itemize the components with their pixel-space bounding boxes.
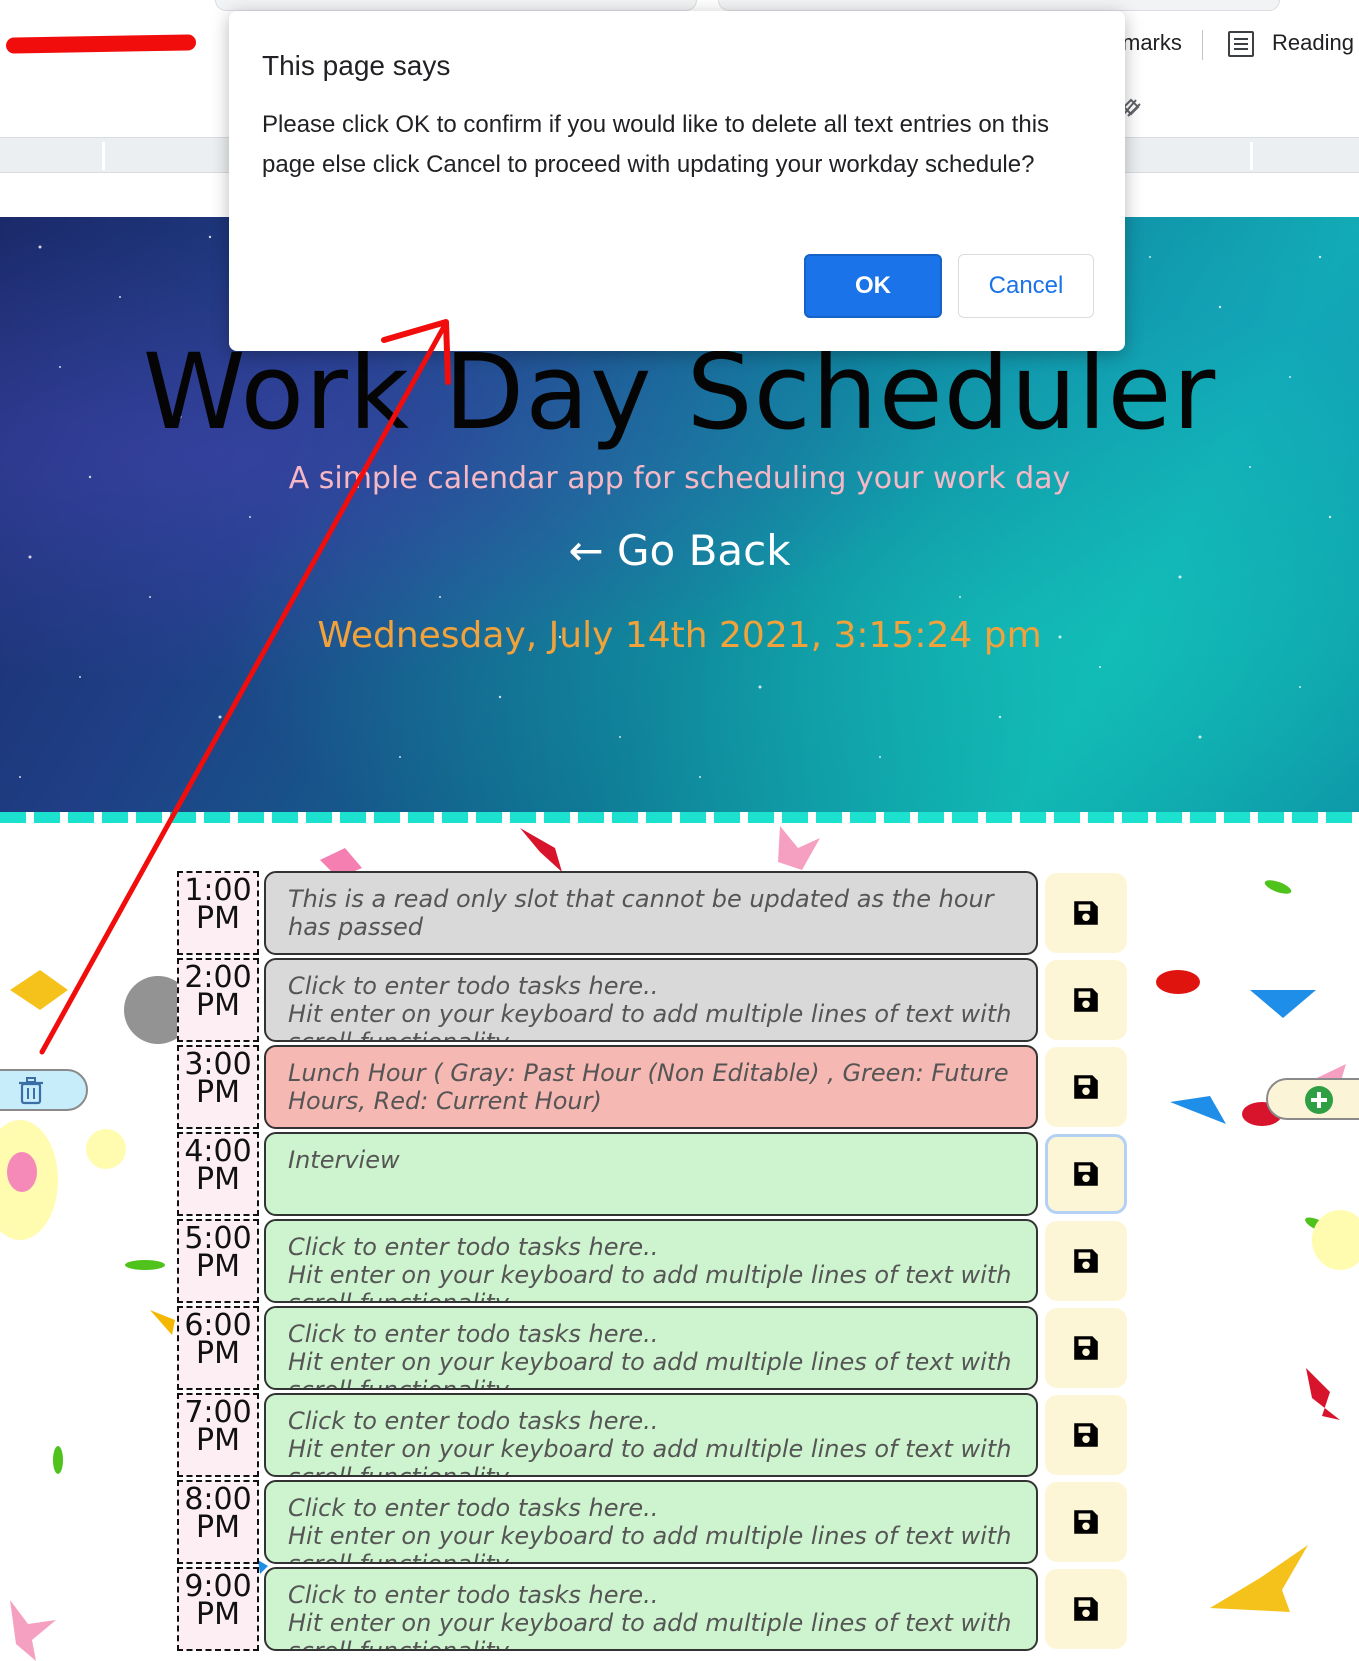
floppy-disk-icon [1074,1336,1098,1360]
save-button[interactable] [1045,1395,1127,1475]
time-block-7pm: 7:00 PM Click to enter todo tasks here.. … [177,1393,1133,1479]
hour-label: 2:00 PM [177,958,259,1042]
task-textarea: Click to enter todo tasks here.. Hit ent… [264,958,1038,1042]
save-button[interactable] [1045,1134,1127,1214]
floppy-disk-icon [1074,1423,1098,1447]
reading-list-label[interactable]: Reading [1272,30,1354,56]
time-block-1pm: 1:00 PM This is a read only slot that can… [177,871,1133,957]
hour-label: 4:00 PM [177,1132,259,1216]
go-back-link[interactable]: ← Go Back [0,526,1359,575]
floppy-disk-icon [1074,1075,1098,1099]
cancel-button[interactable]: Cancel [958,254,1094,318]
reading-list-icon[interactable] [1228,31,1254,57]
bookmark-item[interactable]: marks [1122,30,1182,56]
save-button[interactable] [1045,1047,1127,1127]
hour-label: 5:00 PM [177,1219,259,1303]
task-textarea[interactable]: Click to enter todo tasks here.. Hit ent… [264,1480,1038,1564]
time-block-6pm: 6:00 PM Click to enter todo tasks here.. … [177,1306,1133,1392]
ok-button[interactable]: OK [804,254,942,318]
floppy-disk-icon [1074,901,1098,925]
hour-label: 1:00 PM [177,871,259,955]
save-button[interactable] [1045,1482,1127,1562]
delete-all-button[interactable] [0,1069,88,1111]
trash-icon [19,1077,43,1105]
task-textarea[interactable]: Click to enter todo tasks here.. Hit ent… [264,1306,1038,1390]
task-textarea[interactable]: Click to enter todo tasks here.. Hit ent… [264,1567,1038,1651]
hour-label: 3:00 PM [177,1045,259,1129]
bookmark-separator [1202,30,1203,60]
page-subtitle: A simple calendar app for scheduling you… [288,461,1071,496]
save-button[interactable] [1045,1569,1127,1649]
hour-label: 6:00 PM [177,1306,259,1390]
task-textarea: This is a read only slot that cannot be … [264,871,1038,955]
save-button[interactable] [1045,1308,1127,1388]
dialog-message: Please click OK to confirm if you would … [262,111,1050,178]
task-textarea[interactable]: Interview [264,1132,1038,1216]
hour-label: 7:00 PM [177,1393,259,1477]
floppy-disk-icon [1074,1597,1098,1621]
floppy-disk-icon [1074,988,1098,1012]
task-textarea[interactable]: Lunch Hour ( Gray: Past Hour (Non Editab… [264,1045,1038,1129]
task-textarea[interactable]: Click to enter todo tasks here.. Hit ent… [264,1393,1038,1477]
add-timeblock-button[interactable] [1266,1078,1359,1120]
dialog-title: This page says [262,50,451,81]
save-button[interactable] [1045,873,1127,953]
time-block-4pm: 4:00 PM Interview [177,1132,1133,1218]
task-textarea[interactable]: Click to enter todo tasks here.. Hit ent… [264,1219,1038,1303]
time-block-9pm: 9:00 PM Click to enter todo tasks here.. … [177,1567,1133,1653]
hour-label: 9:00 PM [177,1567,259,1651]
floppy-disk-icon [1074,1162,1098,1186]
current-datetime: Wednesday, July 14th 2021, 3:15:24 pm [317,615,1042,656]
floppy-disk-icon [1074,1249,1098,1273]
time-block-8pm: 8:00 PM Click to enter todo tasks here.. … [177,1480,1133,1566]
time-block-2pm: 2:00 PM Click to enter todo tasks here.. … [177,958,1133,1044]
confirm-dialog: This page says Please click OK to confir… [229,11,1125,351]
save-button[interactable] [1045,960,1127,1040]
plus-circle-icon [1305,1086,1333,1114]
time-block-5pm: 5:00 PM Click to enter todo tasks here.. … [177,1219,1133,1305]
header-divider [0,812,1359,823]
redaction-mark [5,34,197,54]
hour-label: 8:00 PM [177,1480,259,1564]
floppy-disk-icon [1074,1510,1098,1534]
save-button[interactable] [1045,1221,1127,1301]
time-block-3pm: 3:00 PM Lunch Hour ( Gray: Past Hour (Non… [177,1045,1133,1131]
